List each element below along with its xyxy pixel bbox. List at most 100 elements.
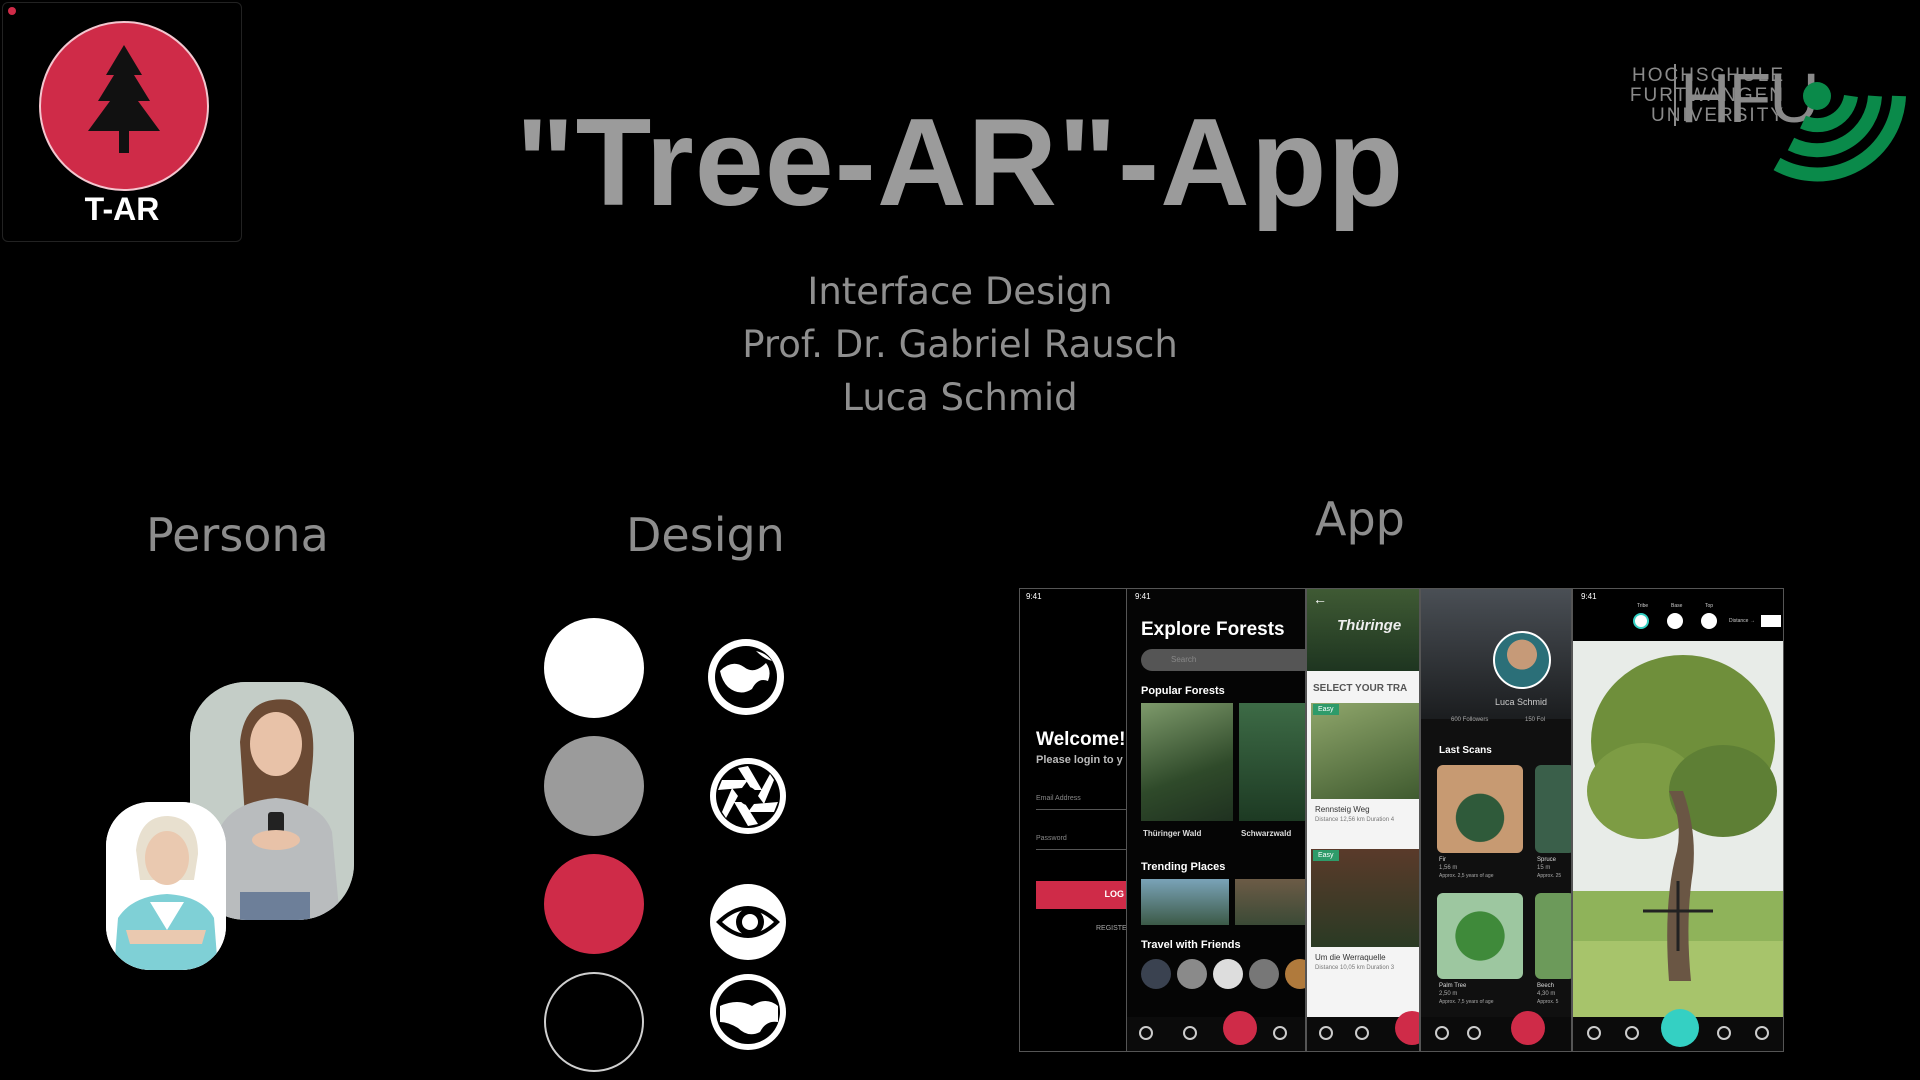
forest-card-thueringer[interactable] (1141, 703, 1233, 821)
friend-avatar[interactable] (1249, 959, 1279, 989)
nav-globe-icon[interactable] (1139, 1026, 1153, 1040)
scan-size: 1,56 m (1439, 865, 1458, 871)
difficulty-badge: Easy (1313, 850, 1339, 861)
profile-name: Luca Schmid (1495, 697, 1548, 707)
scan-card-palm[interactable] (1437, 893, 1523, 979)
explore-title: Explore Forests (1141, 619, 1285, 640)
ar-option-tribe-radio[interactable] (1633, 613, 1649, 629)
email-field-label: Email Address (1036, 795, 1081, 802)
bottom-navbar (1307, 1011, 1419, 1051)
nav-globe-icon[interactable] (1319, 1026, 1333, 1040)
scan-card-fir[interactable] (1437, 765, 1523, 853)
nav-tree-button[interactable] (1223, 1011, 1257, 1045)
trail-name: Rennsteig Weg (1315, 805, 1370, 814)
travel-heading: Travel with Friends (1141, 939, 1241, 951)
trail-name: Um die Werraquelle (1315, 953, 1386, 962)
friend-avatar[interactable] (1141, 959, 1171, 989)
scan-name: Spruce (1537, 857, 1557, 863)
subtitle-course: Interface Design (807, 270, 1113, 313)
screen-profile: Luca Schmid 600 Followers 150 Fol Last S… (1420, 588, 1572, 1052)
avatar[interactable] (1493, 631, 1551, 689)
nav-eye-icon[interactable] (1717, 1026, 1731, 1040)
friend-avatar[interactable] (1213, 959, 1243, 989)
nav-tree-button[interactable] (1511, 1011, 1545, 1045)
nav-eye-icon[interactable] (1273, 1026, 1287, 1040)
nav-aperture-icon[interactable] (1355, 1026, 1369, 1040)
color-swatch-black (544, 972, 644, 1072)
bottom-navbar (1573, 1009, 1783, 1051)
subtitle-author: Luca Schmid (842, 376, 1078, 419)
last-scans-heading: Last Scans (1439, 745, 1492, 756)
color-swatch-gray (544, 736, 644, 836)
search-input[interactable]: Search (1141, 649, 1305, 671)
password-field[interactable] (1036, 849, 1126, 850)
welcome-heading: Welcome! (1036, 729, 1126, 750)
ar-option-base-radio[interactable] (1667, 613, 1683, 629)
nav-tree-button[interactable] (1395, 1011, 1419, 1045)
back-arrow-icon[interactable]: ← (1313, 591, 1327, 607)
nav-aperture-icon[interactable] (1467, 1026, 1481, 1040)
select-trail-heading: SELECT YOUR TRA (1313, 683, 1408, 694)
scan-age: Approx. 5 (1537, 999, 1559, 1005)
nav-profile-icon[interactable] (1755, 1026, 1769, 1040)
following-count[interactable]: 150 Fol (1525, 717, 1545, 723)
popular-heading: Popular Forests (1141, 685, 1225, 697)
persona-older-image (106, 802, 226, 970)
scan-age: Approx. 7,5 years of age (1439, 999, 1494, 1005)
trending-card[interactable] (1141, 879, 1229, 925)
subtitle-professor: Prof. Dr. Gabriel Rausch (742, 323, 1178, 366)
ar-option-label: Base (1671, 603, 1683, 609)
trail-card[interactable] (1311, 849, 1419, 947)
login-prompt: Please login to y (1036, 754, 1123, 766)
aperture-icon (710, 758, 786, 834)
ar-tree-scene (1573, 641, 1783, 1019)
globe-icon (708, 639, 784, 715)
section-app: App (1315, 492, 1405, 546)
distance-field[interactable] (1761, 615, 1781, 627)
trail-meta: Distance 10,05 km Duration 3 (1315, 965, 1395, 971)
password-field-label: Password (1036, 835, 1067, 842)
color-swatch-red (544, 854, 644, 954)
bottom-navbar (1127, 1011, 1305, 1051)
ar-option-label: Top (1705, 603, 1714, 609)
nav-tree-button[interactable] (1661, 1009, 1699, 1047)
ar-option-label: Tribe (1637, 603, 1649, 609)
color-swatch-white (544, 618, 644, 718)
register-link[interactable]: REGISTE (1096, 925, 1126, 932)
scan-name: Beech (1537, 983, 1555, 989)
friend-avatar[interactable] (1285, 959, 1305, 989)
trending-card[interactable] (1235, 879, 1305, 925)
scan-card-spruce[interactable] (1535, 765, 1571, 853)
nav-aperture-icon[interactable] (1183, 1026, 1197, 1040)
forest-card-schwarzwald[interactable] (1239, 703, 1305, 821)
university-arcs-icon (1773, 82, 1906, 182)
trail-card[interactable] (1311, 703, 1419, 799)
scan-name: Palm Tree (1439, 983, 1467, 989)
scan-name: Fir (1439, 857, 1446, 863)
persona-older-woman (106, 802, 226, 970)
screen-explore: 9:41 Explore Forests Search Popular Fore… (1126, 588, 1306, 1052)
friend-avatar[interactable] (1177, 959, 1207, 989)
nav-globe-icon[interactable] (1587, 1026, 1601, 1040)
bottom-navbar (1421, 1011, 1571, 1051)
login-button[interactable]: LOG (1036, 881, 1126, 909)
region-title: Thüringe (1337, 617, 1402, 634)
email-field[interactable] (1036, 809, 1126, 810)
scan-card-beech[interactable] (1535, 893, 1571, 979)
forest-name: Thüringer Wald (1143, 829, 1202, 838)
ar-option-top-radio[interactable] (1701, 613, 1717, 629)
university-divider (1674, 64, 1676, 126)
scan-size: 4,30 m (1537, 991, 1556, 997)
nav-aperture-icon[interactable] (1625, 1026, 1639, 1040)
section-design: Design (626, 508, 785, 562)
trending-heading: Trending Places (1141, 861, 1226, 873)
profile-icon (710, 974, 786, 1050)
status-time: 9:41 (1026, 592, 1042, 601)
nav-globe-icon[interactable] (1435, 1026, 1449, 1040)
screen-login: 9:41 Welcome! Please login to y Email Ad… (1019, 588, 1127, 1052)
screen-ar-view: 9:41 Tribe Base Top Distance → (1572, 588, 1784, 1052)
forest-name: Schwarzwald (1241, 829, 1292, 838)
distance-label: Distance → (1729, 618, 1755, 624)
followers-count[interactable]: 600 Followers (1451, 717, 1488, 723)
trail-meta: Distance 12,56 km Duration 4 (1315, 817, 1395, 823)
